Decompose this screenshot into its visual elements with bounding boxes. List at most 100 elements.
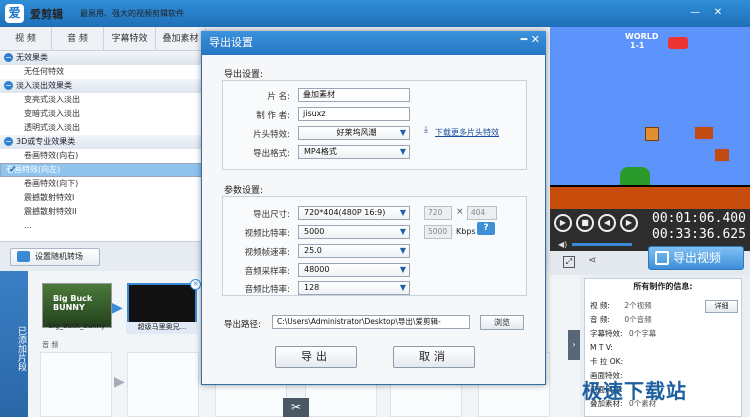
info-row: 音 频: 0个音频	[590, 314, 740, 326]
height-field[interactable]: 404	[467, 206, 497, 220]
dialog-close-button[interactable]: ━ ✕	[504, 33, 544, 51]
play-icon[interactable]: ▶	[554, 214, 572, 232]
effect-group-header[interactable]: −3D或专业效果类	[0, 135, 202, 149]
info-row: 卡 拉 OK:	[590, 356, 740, 368]
effect-item[interactable]: 卷画特效(向下)	[0, 177, 202, 191]
close-window-button[interactable]: ✕	[708, 4, 728, 22]
clip-label: big_buck_bunny	[48, 322, 106, 330]
effect-group-header[interactable]: − 无效果类	[0, 51, 202, 65]
effect-item[interactable]: ...	[0, 219, 202, 233]
intro-effect-label: 片头特效:	[253, 130, 290, 140]
format-select[interactable]: MP4格式 ▼	[298, 145, 410, 159]
video-bitrate-value: 5000	[304, 227, 325, 236]
export-video-label: 导出视频	[673, 251, 722, 265]
custom-bitrate-field[interactable]: 5000	[424, 225, 452, 239]
fps-select[interactable]: 25.0 ▼	[298, 244, 410, 258]
added-clips-sidebar: 已添加片段	[0, 271, 28, 417]
name-field[interactable]: 叠加素材	[298, 88, 410, 102]
audio-samplerate-label: 音频采样率:	[244, 267, 290, 277]
size-select[interactable]: 720*404(480P 16:9) ▼	[298, 206, 410, 220]
help-icon[interactable]: ?	[477, 222, 495, 235]
share-icon[interactable]: ⋖	[588, 255, 596, 266]
info-row: M T V:	[590, 342, 740, 354]
tab-subtitle-effects[interactable]: 字幕特效	[104, 27, 156, 51]
format-label: 导出格式:	[253, 149, 290, 159]
timeline-slot[interactable]	[40, 352, 112, 417]
effect-item[interactable]: 无任何特效	[0, 65, 202, 79]
browse-button[interactable]: 浏览	[480, 315, 524, 330]
cancel-button[interactable]: 取消	[393, 346, 475, 368]
clip-thumb-text: Big Buck BUNNY	[53, 294, 93, 312]
size-label: 导出尺寸:	[253, 210, 290, 220]
ground	[550, 185, 750, 209]
effect-item[interactable]: 变暗式淡入淡出	[0, 107, 202, 121]
audio-samplerate-select[interactable]: 48000 ▼	[298, 263, 410, 277]
info-value: 0个字幕	[628, 329, 657, 338]
collapse-icon: −	[4, 137, 13, 146]
fps-value: 25.0	[304, 246, 322, 255]
random-transition-button[interactable]: 设置随机转场	[10, 248, 100, 266]
audio-bitrate-label: 音频比特率:	[244, 285, 290, 295]
stop-icon[interactable]: ■	[576, 214, 594, 232]
name-label: 片 名:	[267, 92, 290, 102]
effect-item[interactable]: 透明式淡入淡出	[0, 121, 202, 135]
prev-frame-icon[interactable]: ◀	[598, 214, 616, 232]
fullscreen-icon[interactable]: ⤢	[563, 256, 575, 268]
watermark: 极速下载站	[582, 379, 687, 403]
info-value: 0个音频	[624, 315, 652, 324]
chevron-down-icon: ▼	[399, 246, 406, 255]
effect-group-title: 3D或专业效果类	[16, 137, 76, 146]
timeline-slot[interactable]	[127, 352, 199, 417]
author-field[interactable]: jisuxz	[298, 107, 410, 121]
app-logo-icon: 爱	[5, 4, 24, 23]
next-frame-icon[interactable]: ▶	[620, 214, 638, 232]
effect-item[interactable]: 卷画特效(向右)	[0, 149, 202, 163]
effect-item-selected[interactable]: ✔ 卷画特效(向左)	[0, 163, 202, 177]
fps-label: 视频帧速率:	[244, 248, 290, 258]
path-field[interactable]: C:\Users\Administrator\Desktop\导出\爱剪辑-	[272, 315, 470, 329]
collapse-icon: −	[4, 53, 13, 62]
checkmark-icon: ✔	[9, 165, 17, 175]
effect-item[interactable]: 变亮式淡入淡出	[0, 93, 202, 107]
bush	[620, 167, 650, 185]
effect-item[interactable]: 震撼散射特效II	[0, 205, 202, 219]
play-logo-icon	[668, 37, 688, 49]
effect-group-title: 淡入淡出效果类	[16, 81, 72, 90]
random-transition-label: 设置随机转场	[35, 252, 83, 261]
download-more-intros-link[interactable]: 下载更多片头特效	[435, 127, 499, 138]
info-key: 音 频:	[590, 315, 610, 324]
chevron-down-icon: ▼	[399, 265, 406, 274]
export-video-button[interactable]: 导出视频	[648, 246, 744, 270]
section-params-title: 参数设置:	[224, 186, 264, 196]
info-value: 2个视频	[624, 301, 652, 310]
tab-audio[interactable]: 音 频	[52, 27, 104, 51]
effect-group-title: 无效果类	[16, 53, 48, 62]
brick-block	[715, 149, 729, 161]
intro-effect-select[interactable]: 好莱坞风潮 ▼	[298, 126, 410, 140]
minimize-button[interactable]: —	[685, 4, 705, 22]
transition-icon	[17, 251, 30, 262]
effect-item[interactable]: 震撼散射特效I	[0, 191, 202, 205]
video-bitrate-select[interactable]: 5000 ▼	[298, 225, 410, 239]
video-preview[interactable]: WORLD 1-1	[550, 27, 750, 209]
detail-button[interactable]: 详细	[705, 300, 738, 313]
scissors-icon[interactable]: ✂	[283, 398, 309, 417]
tab-overlay[interactable]: 叠加素材	[156, 27, 206, 51]
author-label: 制 作 者:	[256, 111, 290, 121]
size-value: 720*404(480P 16:9)	[304, 208, 386, 217]
export-button[interactable]: 导出	[275, 346, 357, 368]
remove-clip-icon[interactable]: ✕	[190, 279, 201, 290]
volume-slider[interactable]	[572, 243, 632, 246]
path-label: 导出路径:	[224, 320, 261, 330]
transition-effects-list: − 无效果类 无任何特效 − 淡入淡出效果类 变亮式淡入淡出 变暗式淡入淡出 透明式…	[0, 51, 202, 241]
app-name: 爱剪辑	[30, 8, 63, 21]
chevron-down-icon: ▼	[399, 128, 406, 137]
tab-video[interactable]: 视 频	[0, 27, 52, 51]
width-field[interactable]: 720	[424, 206, 452, 220]
audio-bitrate-select[interactable]: 128 ▼	[298, 281, 410, 295]
effect-group-header[interactable]: − 淡入淡出效果类	[0, 79, 202, 93]
total-time: 00:33:36.625	[652, 227, 746, 242]
download-icon: ⤓	[424, 125, 428, 135]
volume-icon[interactable]: ◀)	[558, 240, 567, 249]
expand-panel-icon[interactable]: ›	[568, 330, 580, 360]
